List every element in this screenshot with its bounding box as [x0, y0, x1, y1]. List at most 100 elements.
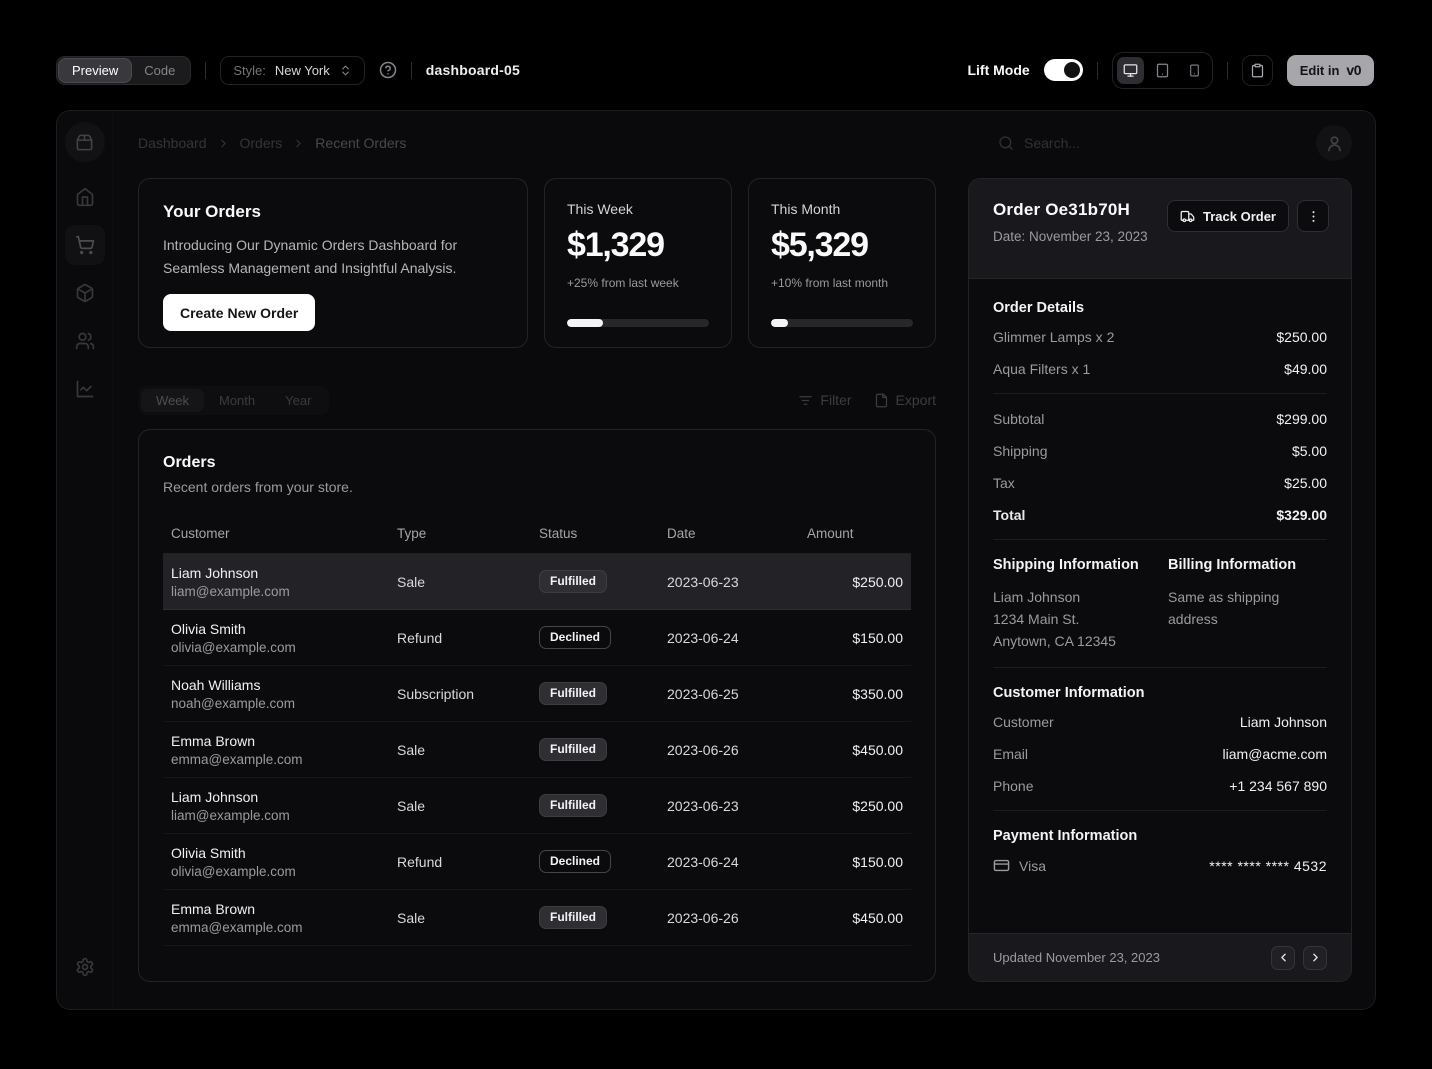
order-panel-footer: Updated November 23, 2023 [969, 933, 1351, 981]
table-row[interactable]: Olivia Smitholivia@example.com Refund De… [163, 834, 911, 890]
search-input[interactable]: Search... [998, 135, 1316, 151]
sidebar-item-products[interactable] [65, 273, 105, 313]
customer-email: noah@example.com [171, 696, 381, 711]
total-label: Subtotal [993, 411, 1044, 427]
email-label: Email [993, 746, 1028, 762]
table-row[interactable]: Emma Brownemma@example.com Sale Fulfille… [163, 722, 911, 778]
customer-value: Liam Johnson [1240, 714, 1327, 730]
next-order-button[interactable] [1303, 946, 1327, 970]
preview-tab[interactable]: Preview [59, 59, 131, 82]
header-row: Dashboard Orders Recent Orders Search... [113, 111, 1376, 175]
orders-subtitle: Recent orders from your store. [163, 479, 911, 495]
order-type: Sale [389, 554, 531, 610]
code-tab[interactable]: Code [131, 59, 188, 82]
sidebar-item-settings[interactable] [65, 947, 105, 987]
billing-heading: Billing Information [1168, 557, 1327, 573]
style-select[interactable]: Style: New York [220, 56, 364, 85]
order-date: 2023-06-23 [659, 778, 799, 834]
order-date: 2023-06-24 [659, 610, 799, 666]
payment-row: Visa **** **** **** 4532 [993, 857, 1327, 874]
orders-table: Customer Type Status Date Amount Liam Jo… [163, 516, 911, 946]
total-row: Total $329.00 [993, 507, 1327, 523]
sidebar-item-customers[interactable] [65, 321, 105, 361]
customer-name: Emma Brown [171, 901, 381, 917]
progress-bar-week [567, 319, 709, 327]
previous-order-button[interactable] [1271, 946, 1295, 970]
mobile-view-button[interactable] [1181, 57, 1208, 84]
order-amount: $450.00 [799, 722, 911, 778]
customer-email: liam@example.com [171, 584, 381, 599]
edit-in-v0-button[interactable]: Edit in v0 [1287, 55, 1374, 86]
payment-info-heading: Payment Information [993, 828, 1327, 844]
table-row[interactable]: Liam Johnsonliam@example.com Sale Fulfil… [163, 778, 911, 834]
user-avatar[interactable] [1316, 125, 1352, 161]
lift-mode-toggle[interactable] [1044, 59, 1083, 81]
lift-mode-label: Lift Mode [967, 62, 1029, 78]
chevron-right-icon [292, 137, 305, 150]
export-button[interactable]: Export [874, 392, 936, 408]
tab-month[interactable]: Month [204, 389, 270, 412]
order-date: 2023-06-26 [659, 722, 799, 778]
table-row[interactable]: Olivia Smitholivia@example.com Refund De… [163, 610, 911, 666]
more-options-button[interactable] [1297, 200, 1329, 232]
separator [993, 393, 1327, 394]
app-logo[interactable] [65, 122, 105, 162]
copy-code-button[interactable] [1242, 55, 1273, 86]
table-row[interactable]: Liam Johnsonliam@example.com Sale Fulfil… [163, 554, 911, 610]
credit-card-icon [993, 857, 1010, 874]
tablet-view-button[interactable] [1149, 57, 1176, 84]
style-value: New York [275, 63, 330, 78]
toolbar-divider [1227, 62, 1228, 79]
order-item-row: Glimmer Lamps x 2 $250.00 [993, 329, 1327, 345]
stat-delta: +10% from last month [771, 276, 913, 290]
billing-text: Same as shipping address [1168, 586, 1298, 630]
table-row[interactable]: Noah Williamsnoah@example.com Subscripti… [163, 666, 911, 722]
tab-week[interactable]: Week [141, 389, 204, 412]
desktop-view-button[interactable] [1117, 57, 1144, 84]
breadcrumb: Dashboard Orders Recent Orders [138, 135, 406, 151]
total-value: $5.00 [1292, 443, 1327, 459]
help-circle-icon[interactable] [379, 61, 397, 79]
status-badge: Declined [539, 626, 611, 649]
status-badge: Fulfilled [539, 682, 607, 705]
shipping-line: Anytown, CA 12345 [993, 630, 1152, 652]
customer-email: olivia@example.com [171, 640, 381, 655]
v0-logo: v0 [1346, 62, 1361, 78]
package-icon [75, 283, 95, 303]
phone-row: Phone +1 234 567 890 [993, 778, 1327, 794]
orders-title: Orders [163, 454, 911, 472]
toolbar-divider [411, 62, 412, 79]
total-value: $25.00 [1284, 475, 1327, 491]
col-header-customer: Customer [163, 516, 389, 554]
order-type: Subscription [389, 666, 531, 722]
shipping-row: Shipping $5.00 [993, 443, 1327, 459]
tab-year[interactable]: Year [270, 389, 326, 412]
breadcrumb-dashboard[interactable]: Dashboard [138, 135, 207, 151]
table-controls-row: Week Month Year Filter Export [138, 385, 936, 415]
order-id-title: Order Oe31b70H [993, 200, 1148, 220]
sidebar-item-home[interactable] [65, 177, 105, 217]
sidebar-item-orders[interactable] [65, 225, 105, 265]
sidebar-item-analytics[interactable] [65, 369, 105, 409]
filter-button[interactable]: Filter [798, 392, 851, 408]
track-order-button[interactable]: Track Order [1167, 200, 1289, 232]
progress-bar-month [771, 319, 913, 327]
order-pagination [1271, 946, 1327, 970]
summary-cards-row: Your Orders Introducing Our Dynamic Orde… [138, 178, 936, 348]
preview-frame: Dashboard Orders Recent Orders Search... [56, 110, 1376, 1010]
order-date: 2023-06-24 [659, 834, 799, 890]
stat-value: $1,329 [567, 226, 709, 265]
separator [993, 667, 1327, 668]
track-order-label: Track Order [1203, 209, 1276, 224]
create-new-order-button[interactable]: Create New Order [163, 294, 315, 331]
tax-row: Tax $25.00 [993, 475, 1327, 491]
status-badge: Fulfilled [539, 738, 607, 761]
order-type: Sale [389, 778, 531, 834]
payment-card-number: **** **** **** 4532 [1209, 858, 1327, 874]
customer-name: Liam Johnson [171, 789, 381, 805]
more-vertical-icon [1306, 209, 1321, 224]
table-row[interactable]: Emma Brownemma@example.com Sale Fulfille… [163, 890, 911, 946]
shipping-line: 1234 Main St. [993, 608, 1152, 630]
breadcrumb-orders[interactable]: Orders [240, 135, 283, 151]
order-type: Sale [389, 890, 531, 946]
